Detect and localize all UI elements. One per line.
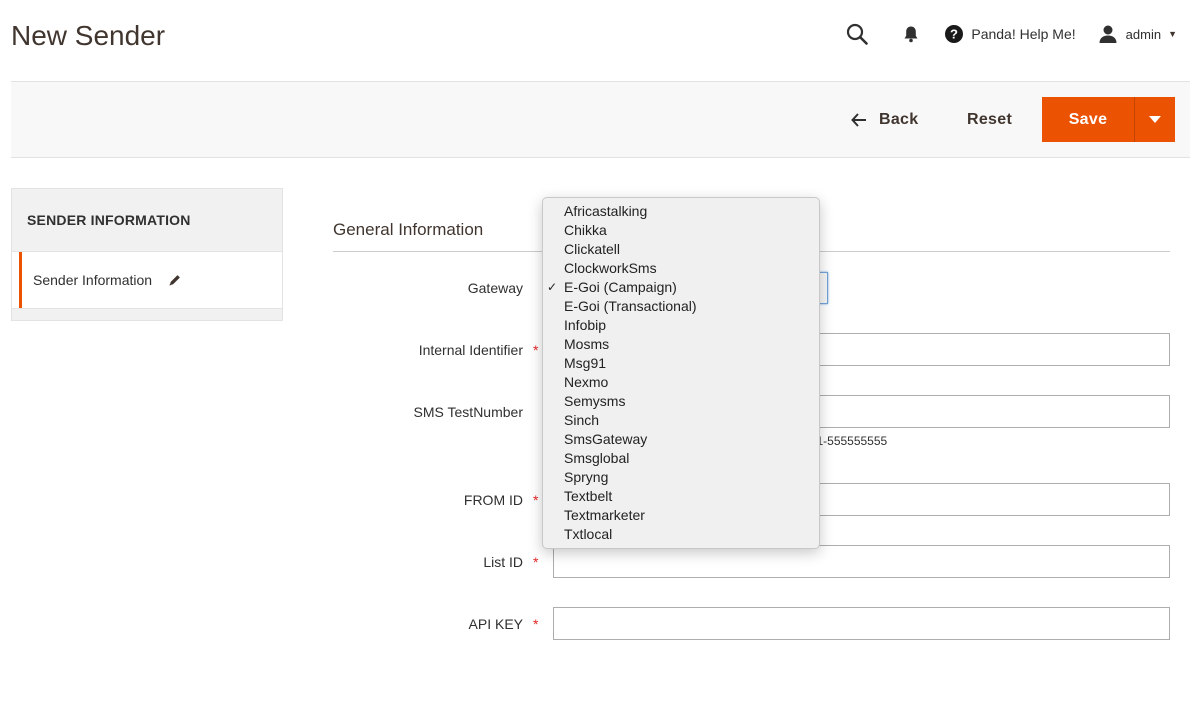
svg-text:?: ? [950, 27, 958, 42]
dropdown-option[interactable]: E-Goi (Transactional) [543, 297, 819, 316]
page-title: New Sender [11, 20, 166, 51]
dropdown-option-label: Nexmo [564, 374, 609, 390]
dropdown-option-label: Spryng [564, 469, 609, 485]
sidebar-item-sender-information[interactable]: Sender Information [19, 252, 282, 308]
internal-identifier-label: Internal Identifier [418, 342, 523, 358]
gateway-dropdown-menu: Africastalking Chikka Clickatell ClockworkS… [542, 197, 820, 549]
dropdown-option-label: Africastalking [564, 203, 648, 219]
sidebar-title: SENDER INFORMATION [12, 189, 282, 252]
dropdown-option[interactable]: Textmarketer [543, 506, 819, 525]
header-actions: ? Panda! Help Me! admin ▼ [845, 20, 1177, 48]
arrow-left-icon [851, 113, 867, 127]
dropdown-option-label: Msg91 [564, 355, 607, 371]
pencil-icon [168, 273, 182, 287]
list-id-input[interactable] [553, 545, 1170, 578]
dropdown-option-label: Sinch [564, 412, 600, 428]
back-label: Back [879, 111, 919, 128]
dropdown-option-label: Clickatell [564, 241, 621, 257]
sms-test-number-label: SMS TestNumber [413, 404, 523, 420]
search-icon[interactable] [845, 22, 869, 46]
required-marker: * [533, 342, 539, 358]
required-marker: * [533, 492, 539, 508]
dropdown-option[interactable]: Smsglobal [543, 449, 819, 468]
dropdown-option-label: Infobip [564, 317, 607, 333]
user-icon [1098, 24, 1118, 44]
dropdown-option[interactable]: Mosms [543, 335, 819, 354]
sidebar-footer [12, 308, 282, 320]
dropdown-option[interactable]: SmsGateway [543, 430, 819, 449]
dropdown-option[interactable]: Infobip [543, 316, 819, 335]
save-options-toggle[interactable] [1134, 97, 1175, 142]
dropdown-option-label: E-Goi (Transactional) [564, 298, 697, 314]
dropdown-option-label: Textbelt [564, 488, 613, 504]
help-link[interactable]: ? Panda! Help Me! [945, 25, 1076, 43]
user-menu[interactable]: admin ▼ [1098, 24, 1177, 44]
api-key-input[interactable] [553, 607, 1170, 640]
chevron-down-icon: ▼ [1168, 29, 1177, 39]
dropdown-option[interactable]: Textbelt [543, 487, 819, 506]
dropdown-option[interactable]: ✓ E-Goi (Campaign) [543, 278, 819, 297]
reset-button[interactable]: Reset [967, 106, 1012, 134]
help-icon: ? [945, 25, 964, 43]
help-label: Panda! Help Me! [971, 26, 1076, 42]
sidebar-tabs: SENDER INFORMATION Sender Information [11, 188, 283, 321]
sidebar-item-label: Sender Information [33, 272, 153, 288]
bell-icon[interactable] [901, 24, 921, 44]
dropdown-option-label: Txtlocal [564, 526, 613, 542]
dropdown-option[interactable]: ClockworkSms [543, 259, 819, 278]
user-label: admin [1125, 26, 1162, 42]
dropdown-option-label: Mosms [564, 336, 610, 352]
back-button[interactable]: Back [851, 106, 918, 134]
from-id-label: FROM ID [463, 492, 523, 508]
dropdown-option-label: Chikka [564, 222, 607, 238]
dropdown-option-label: E-Goi (Campaign) [564, 279, 677, 295]
gateway-label: Gateway [467, 280, 523, 296]
dropdown-option-label: SmsGateway [564, 431, 648, 447]
dropdown-option[interactable]: Msg91 [543, 354, 819, 373]
check-icon: ✓ [547, 280, 558, 294]
dropdown-option[interactable]: Spryng [543, 468, 819, 487]
dropdown-option[interactable]: Clickatell [543, 240, 819, 259]
dropdown-option-label: ClockworkSms [564, 260, 657, 276]
caret-down-icon [1149, 116, 1161, 123]
required-marker: * [533, 616, 539, 632]
list-id-label: List ID [483, 554, 523, 570]
dropdown-option[interactable]: Nexmo [543, 373, 819, 392]
dropdown-option-label: Semysms [564, 393, 626, 409]
save-button[interactable]: Save [1042, 97, 1134, 142]
dropdown-option[interactable]: Africastalking [543, 202, 819, 221]
api-key-label: API KEY [468, 616, 523, 632]
fieldset-title: General Information [333, 220, 484, 239]
dropdown-option[interactable]: Txtlocal [543, 525, 819, 544]
required-marker: * [533, 554, 539, 570]
dropdown-option-label: Smsglobal [564, 450, 630, 466]
dropdown-option[interactable]: Chikka [543, 221, 819, 240]
dropdown-option[interactable]: Semysms [543, 392, 819, 411]
dropdown-option-label: Textmarketer [564, 507, 645, 523]
page-actions-bar: Back Reset Save [11, 81, 1190, 158]
dropdown-option[interactable]: Sinch [543, 411, 819, 430]
